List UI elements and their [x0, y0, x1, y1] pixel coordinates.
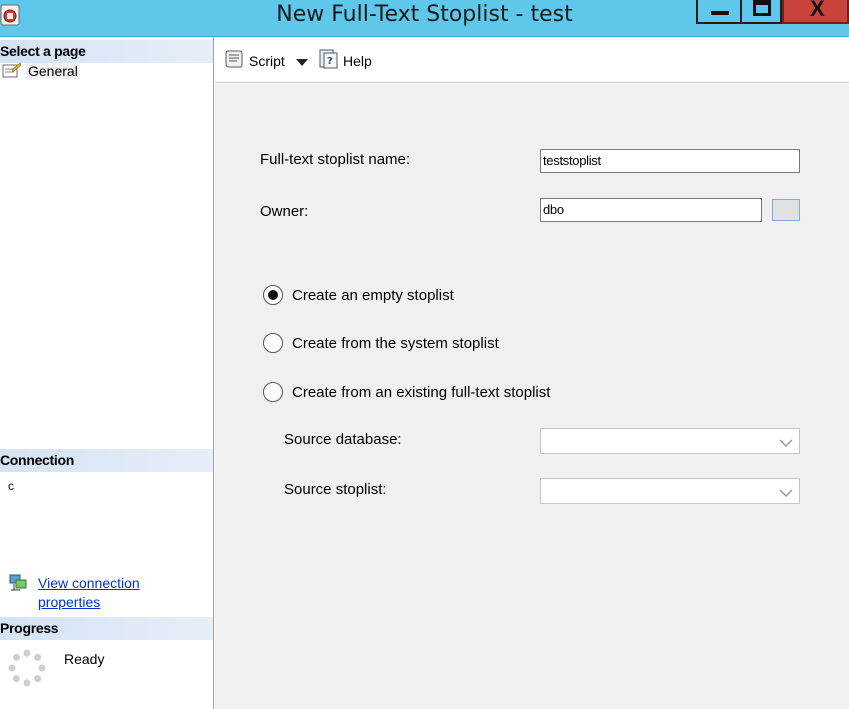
radio-system-stoplist[interactable] — [263, 333, 283, 353]
connection-header: Connection — [0, 449, 213, 472]
progress-status-label: Ready — [64, 651, 105, 667]
dropdown-arrow-icon — [295, 54, 309, 70]
owner-browse-button[interactable] — [772, 199, 800, 221]
properties-page-icon — [2, 62, 22, 81]
option-label: Create from the system stoplist — [292, 334, 499, 352]
close-button[interactable]: X — [782, 0, 849, 24]
source-database-label: Source database: — [284, 431, 402, 448]
radio-existing-stoplist[interactable] — [263, 382, 283, 402]
left-pane: Select a page General Connection c View … — [0, 37, 214, 709]
option-system-stoplist[interactable]: Create from the system stoplist — [263, 333, 499, 353]
view-connection-properties[interactable]: View connection properties — [8, 574, 168, 612]
stoplist-name-input[interactable]: teststoplist — [540, 149, 800, 173]
source-stoplist-select[interactable] — [540, 478, 800, 504]
help-icon: ? — [317, 48, 339, 73]
option-empty-stoplist[interactable]: Create an empty stoplist — [263, 285, 454, 305]
owner-input[interactable]: dbo — [540, 198, 762, 222]
title-bar: New Full-Text Stoplist - test X — [0, 0, 849, 37]
close-icon: X — [810, 0, 825, 21]
source-database-select[interactable] — [540, 428, 800, 454]
help-label: Help — [343, 52, 372, 69]
chevron-down-icon — [779, 435, 793, 451]
option-existing-stoplist[interactable]: Create from an existing full-text stopli… — [263, 382, 550, 402]
option-label: Create from an existing full-text stopli… — [292, 383, 551, 401]
page-item-label: General — [26, 63, 80, 79]
progress-header: Progress — [0, 617, 213, 640]
help-button[interactable]: ? Help — [317, 48, 372, 73]
toolbar: Script ? Help — [215, 37, 849, 83]
source-stoplist-label: Source stoplist: — [284, 481, 387, 498]
owner-label: Owner: — [260, 203, 309, 220]
radio-empty-stoplist[interactable] — [263, 285, 283, 305]
page-item-general[interactable]: General — [2, 62, 80, 80]
connection-properties-icon — [8, 574, 28, 612]
select-page-header: Select a page — [0, 40, 213, 63]
script-dropdown-button[interactable] — [295, 54, 309, 70]
svg-text:?: ? — [327, 56, 333, 67]
script-button[interactable]: Script — [223, 48, 285, 73]
general-page-content: Full-text stoplist name: teststoplist Ow… — [215, 84, 849, 709]
stoplist-name-label: Full-text stoplist name: — [260, 151, 411, 168]
option-label: Create an empty stoplist — [292, 286, 454, 304]
progress-spinner-icon — [8, 649, 46, 690]
progress-status: Ready — [8, 649, 104, 690]
maximize-button[interactable] — [740, 0, 782, 24]
minimize-button[interactable] — [696, 0, 742, 24]
chevron-down-icon — [779, 485, 793, 501]
view-connection-link[interactable]: View connection properties — [38, 574, 168, 612]
minimize-icon — [711, 11, 729, 15]
connection-server-text: c — [8, 479, 14, 493]
script-label: Script — [249, 52, 285, 69]
script-icon — [223, 48, 245, 73]
maximize-icon — [753, 0, 771, 16]
